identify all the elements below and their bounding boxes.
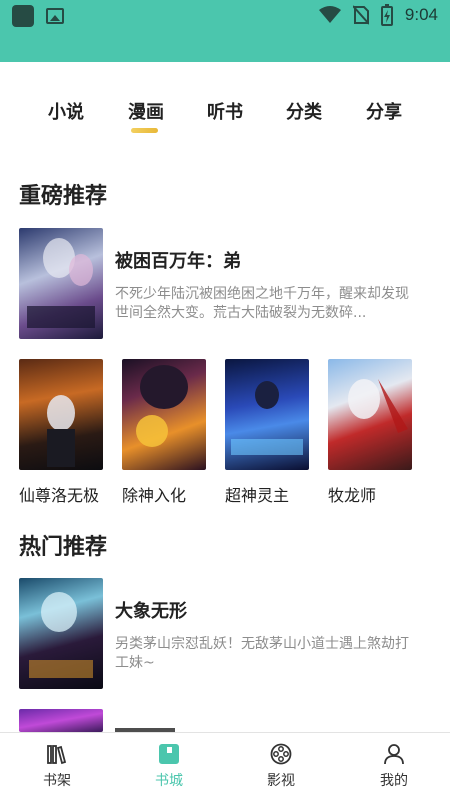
- cover-art: [136, 365, 188, 447]
- cover-art: [29, 592, 93, 678]
- tab-categories[interactable]: 分类: [286, 98, 322, 124]
- nav-label-film: 影视: [267, 773, 295, 789]
- bookshelf-icon: [47, 745, 67, 765]
- cover-art: [27, 238, 95, 328]
- grid-title-4[interactable]: 牧龙师: [328, 482, 376, 506]
- grid-title-2[interactable]: 除神入化: [122, 482, 186, 506]
- featured-main-cover[interactable]: [19, 228, 103, 339]
- grid-cover-2[interactable]: [122, 359, 206, 470]
- hot-item-title[interactable]: 大象无形: [115, 597, 187, 623]
- cover-art: [47, 395, 75, 467]
- active-tab-indicator: [131, 128, 158, 133]
- nav-bookstore[interactable]: 书城: [129, 733, 209, 800]
- wifi-icon: [318, 6, 341, 23]
- cover-art: [348, 379, 408, 433]
- bottom-navigation: 书架 书城 影视 我的: [0, 732, 450, 800]
- no-sim-icon: [352, 5, 369, 25]
- person-icon: [384, 744, 404, 765]
- cover-art: [231, 381, 303, 455]
- nav-label-bookshelf: 书架: [43, 773, 71, 789]
- grid-cover-1[interactable]: [19, 359, 103, 470]
- nav-profile[interactable]: 我的: [354, 733, 434, 800]
- section-title-hot: 热门推荐: [19, 535, 108, 560]
- status-time: 9:04: [404, 5, 438, 24]
- tab-comics-label: 漫画: [128, 102, 164, 123]
- grid-title-1[interactable]: 仙尊洛无极: [19, 482, 99, 506]
- grid-title-3[interactable]: 超神灵主: [225, 482, 289, 506]
- bookstore-icon: [159, 744, 179, 764]
- nav-bookshelf[interactable]: 书架: [17, 733, 97, 800]
- battery-charging-icon: [380, 4, 393, 26]
- featured-main-desc: 不死少年陆沉被困绝困之地千万年，醒来却发现世间全然大变。荒古大陆破裂为无数碎..…: [115, 286, 409, 321]
- category-tabs: 小说 漫画 听书 分类 分享: [0, 98, 450, 138]
- nav-label-bookstore: 书城: [155, 773, 183, 789]
- hot-item-cover-next[interactable]: [19, 709, 103, 732]
- tab-comics[interactable]: 漫画: [128, 98, 164, 133]
- nav-label-profile: 我的: [380, 773, 408, 789]
- grid-cover-4[interactable]: [328, 359, 412, 470]
- status-bar: 9:04: [0, 0, 450, 62]
- app-notification-icon: [12, 5, 34, 27]
- nav-film[interactable]: 影视: [241, 733, 321, 800]
- hot-item-desc: 另类茅山宗怼乱妖！无敌茅山小道士遇上煞劫打工妹~: [115, 636, 409, 671]
- tab-audiobook[interactable]: 听书: [207, 98, 243, 124]
- grid-cover-3[interactable]: [225, 359, 309, 470]
- featured-main-title[interactable]: 被困百万年：弟: [115, 247, 241, 273]
- tab-share[interactable]: 分享: [366, 98, 402, 124]
- section-title-featured: 重磅推荐: [19, 184, 108, 209]
- hot-item-cover[interactable]: [19, 578, 103, 689]
- image-notification-icon: [46, 8, 64, 24]
- film-reel-icon: [270, 743, 292, 765]
- tab-novel[interactable]: 小说: [48, 98, 84, 124]
